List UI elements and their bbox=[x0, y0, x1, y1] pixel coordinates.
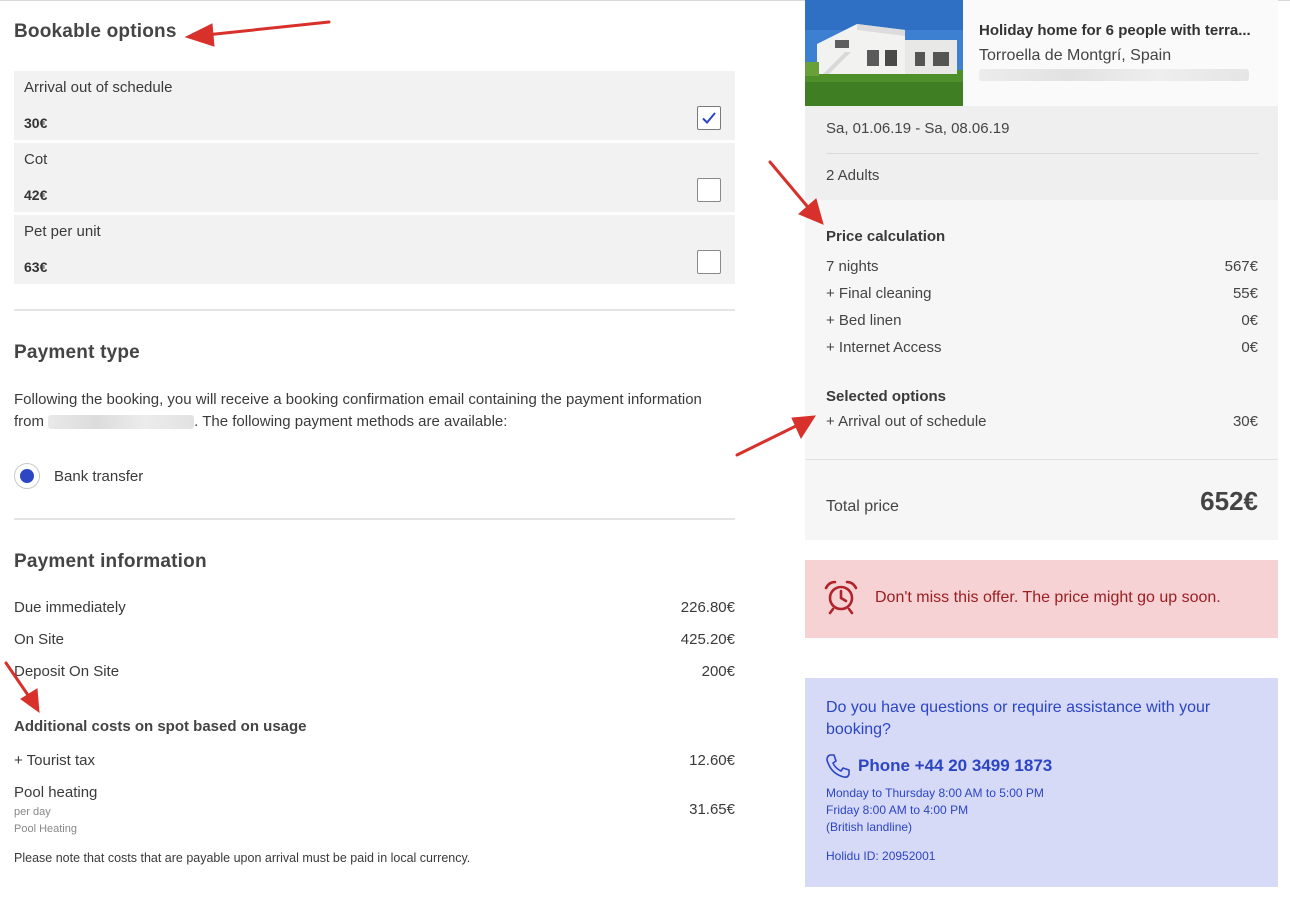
property-photo[interactable] bbox=[805, 0, 963, 106]
property-location: Torroella de Montgrí, Spain bbox=[979, 47, 1172, 64]
option-price: 63€ bbox=[24, 259, 48, 275]
additional-costs-title: Additional costs on spot based on usage bbox=[14, 718, 307, 735]
row-value: 226.80€ bbox=[680, 599, 735, 616]
annotation-arrowhead bbox=[20, 688, 40, 714]
row-label: Deposit On Site bbox=[14, 663, 120, 680]
bank-transfer-radio[interactable] bbox=[14, 463, 40, 489]
offer-text: Don't miss this offer. The price might g… bbox=[875, 589, 1221, 606]
annotation-arrowhead bbox=[184, 23, 215, 47]
row-value: 12.60€ bbox=[689, 752, 735, 769]
hours-weekdays: Monday to Thursday 8:00 AM to 5:00 PM bbox=[826, 786, 1044, 800]
house-photo-image bbox=[805, 0, 963, 106]
payment-desc-text-end: . The following payment methods are avai… bbox=[194, 413, 508, 430]
option-price: 30€ bbox=[24, 115, 48, 131]
offer-banner: Don't miss this offer. The price might g… bbox=[805, 560, 1278, 638]
price-calculation-panel: Price calculation 7 nights 567€ + Final … bbox=[805, 200, 1278, 540]
row-value: 425.20€ bbox=[680, 631, 735, 648]
option-checkbox-checked[interactable] bbox=[697, 106, 721, 130]
option-name: Pet per unit bbox=[24, 223, 101, 240]
radio-selected-dot bbox=[20, 469, 34, 483]
row-value: 55€ bbox=[1232, 285, 1258, 302]
annotation-arrow bbox=[204, 20, 331, 37]
redacted-company-name bbox=[48, 415, 195, 430]
property-title[interactable]: Holiday home for 6 people with terra... bbox=[979, 22, 1273, 39]
total-price-label: Total price bbox=[826, 498, 899, 515]
section-divider bbox=[14, 518, 735, 520]
payment-type-title: Payment type bbox=[14, 342, 140, 363]
property-card: Holiday home for 6 people with terra... … bbox=[805, 0, 1278, 200]
help-panel: Do you have questions or require assista… bbox=[805, 678, 1278, 887]
row-label: + Internet Access bbox=[826, 339, 942, 356]
local-currency-note: Please note that costs that are payable … bbox=[14, 851, 471, 865]
payment-information-title: Payment information bbox=[14, 551, 207, 572]
row-label: Pool heating bbox=[14, 784, 98, 801]
option-pet-per-unit[interactable]: Pet per unit 63€ bbox=[14, 215, 735, 284]
property-info: Holiday home for 6 people with terra... … bbox=[963, 0, 1278, 106]
total-price-value: 652€ bbox=[1200, 486, 1258, 516]
row-label: + Final cleaning bbox=[826, 285, 932, 302]
option-checkbox[interactable] bbox=[697, 178, 721, 202]
annotation-arrow bbox=[735, 423, 800, 457]
option-name: Cot bbox=[24, 151, 48, 168]
phone-icon bbox=[826, 754, 850, 778]
row-value: 567€ bbox=[1224, 258, 1258, 275]
row-value: 0€ bbox=[1241, 339, 1258, 356]
help-question: Do you have questions or require assista… bbox=[826, 699, 1211, 738]
row-label: Due immediately bbox=[14, 599, 126, 616]
option-checkbox[interactable] bbox=[697, 250, 721, 274]
bank-transfer-label[interactable]: Bank transfer bbox=[54, 468, 143, 485]
card-divider bbox=[826, 153, 1258, 154]
row-label: + Tourist tax bbox=[14, 752, 96, 769]
payment-type-description: Following the booking, you will receive … bbox=[14, 389, 714, 433]
pool-heating-per-day: per day bbox=[14, 806, 51, 818]
landline-note: (British landline) bbox=[826, 820, 913, 834]
price-calculation-title: Price calculation bbox=[826, 228, 946, 245]
row-label: 7 nights bbox=[826, 258, 879, 275]
row-value: 0€ bbox=[1241, 312, 1258, 329]
total-divider bbox=[805, 459, 1278, 460]
row-label: On Site bbox=[14, 631, 65, 648]
row-value: 200€ bbox=[701, 663, 735, 680]
row-label: + Arrival out of schedule bbox=[826, 413, 987, 430]
section-divider bbox=[14, 309, 735, 311]
guest-count: 2 Adults bbox=[826, 167, 880, 184]
phone-number-link[interactable]: Phone +44 20 3499 1873 bbox=[858, 756, 1052, 776]
alarm-clock-icon bbox=[824, 580, 858, 615]
row-label: + Bed linen bbox=[826, 312, 902, 329]
redacted-property-detail bbox=[979, 69, 1249, 81]
holidu-id: Holidu ID: 20952001 bbox=[826, 849, 936, 863]
row-value: 31.65€ bbox=[689, 801, 735, 818]
option-arrival-out-of-schedule[interactable]: Arrival out of schedule 30€ bbox=[14, 71, 735, 140]
bookable-options-title: Bookable options bbox=[14, 21, 177, 42]
option-price: 42€ bbox=[24, 187, 48, 203]
checkmark-icon bbox=[702, 112, 716, 124]
hours-friday: Friday 8:00 AM to 4:00 PM bbox=[826, 803, 969, 817]
option-cot[interactable]: Cot 42€ bbox=[14, 143, 735, 212]
booking-dates: Sa, 01.06.19 - Sa, 08.06.19 bbox=[826, 120, 1010, 137]
option-name: Arrival out of schedule bbox=[24, 79, 173, 96]
selected-options-title: Selected options bbox=[826, 388, 947, 405]
row-value: 30€ bbox=[1232, 413, 1258, 430]
pool-heating-subtitle: Pool Heating bbox=[14, 823, 77, 835]
